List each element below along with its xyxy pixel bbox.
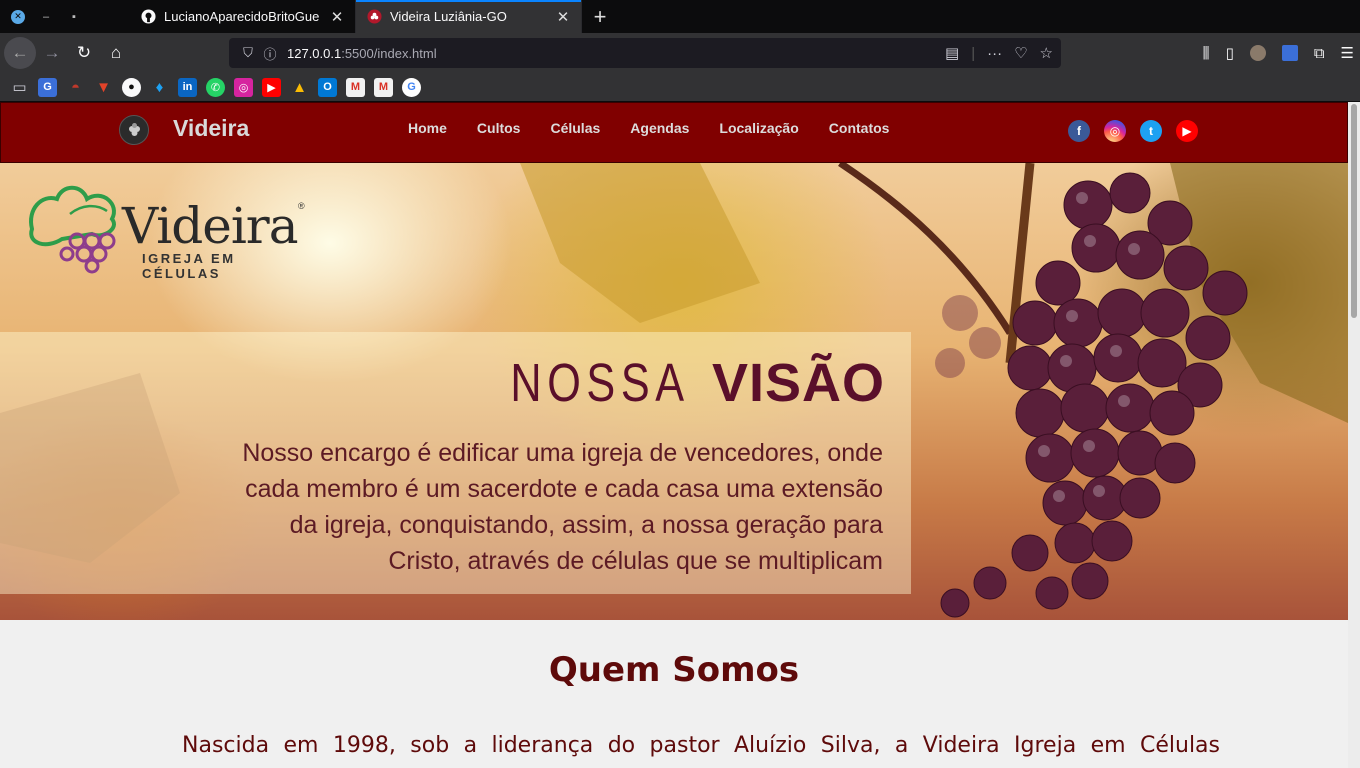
tracking-shield-icon[interactable]: ⛉ — [237, 45, 259, 61]
url-path: :5500/index.html — [341, 45, 437, 61]
forward-icon[interactable]: → — [36, 37, 68, 69]
window-controls: ✕ – ▪ — [0, 0, 130, 33]
page-viewport: Videira Home Cultos Células Agendas Loca… — [0, 102, 1348, 768]
gmail-icon[interactable]: M — [374, 77, 393, 97]
drive-icon[interactable]: ▲ — [290, 78, 309, 97]
speedometer-icon[interactable]: ◓ — [66, 78, 85, 97]
menu-contatos[interactable]: Contatos — [814, 120, 905, 136]
tab-bar: ✕ – ▪ LucianoAparecidoBritoGue ✕ Videira… — [0, 0, 1360, 33]
linkedin-icon[interactable]: in — [178, 77, 197, 97]
pocket-icon[interactable]: ♡ — [1014, 44, 1027, 62]
github-icon — [140, 9, 156, 25]
whatsapp-icon[interactable]: ✆ — [206, 77, 225, 97]
menu-home[interactable]: Home — [393, 120, 462, 136]
brand-name[interactable]: Videira — [173, 115, 249, 142]
library-icon[interactable]: ⫼ — [1203, 45, 1210, 62]
page-scrollbar[interactable] — [1348, 102, 1360, 768]
menu-cultos[interactable]: Cultos — [462, 120, 536, 136]
window-close-icon[interactable]: ✕ — [11, 9, 25, 24]
youtube-icon[interactable]: ▶ — [1176, 120, 1198, 142]
reader-view-icon[interactable]: ▤ — [945, 44, 959, 62]
translate-icon[interactable]: G — [38, 77, 57, 97]
twitter-icon[interactable]: ♦ — [150, 78, 169, 97]
url-bar[interactable]: ⛉ ⓘ 127.0.0.1:5500/index.html ▤ | ··· ♡ … — [229, 38, 1061, 68]
twitter-icon[interactable]: t — [1140, 120, 1162, 142]
about-title: Quem Somos — [548, 650, 800, 690]
about-text: Nascida em 1998, sob a liderança do past… — [182, 733, 1220, 758]
navigation-toolbar: ← → ↻ ⌂ ⛉ ⓘ 127.0.0.1:5500/index.html ▤ … — [0, 33, 1360, 73]
page-actions-icon[interactable]: ··· — [987, 45, 1002, 62]
window-minimize-icon[interactable]: – — [39, 10, 53, 24]
videira-icon — [366, 9, 382, 25]
logo-wordmark: Videira — [122, 197, 299, 255]
tab-videira[interactable]: Videira Luziânia-GO ✕ — [356, 0, 582, 33]
tab-close-icon[interactable]: ✕ — [555, 8, 571, 26]
folder-icon[interactable]: ▭ — [10, 78, 29, 97]
vision-title: NOSSA VISÃO — [488, 353, 885, 413]
vision-text-line: da igreja, conquistando, assim, a nossa … — [289, 511, 883, 539]
new-tab-button[interactable]: + — [582, 0, 618, 33]
videira-logo: Videira ® IGREJA EM CÉLULAS — [22, 179, 312, 281]
tab-github[interactable]: LucianoAparecidoBritoGue ✕ — [130, 0, 356, 33]
facebook-icon[interactable]: f — [1068, 120, 1090, 142]
translate-extension-icon[interactable] — [1281, 45, 1298, 61]
home-icon[interactable]: ⌂ — [100, 37, 132, 69]
tab-title: LucianoAparecidoBritoGue — [164, 9, 320, 24]
sidebar-icon[interactable]: ▯ — [1226, 44, 1234, 62]
vision-text: Nosso encargo é edificar uma igreja de v… — [163, 435, 883, 579]
scrollbar-thumb[interactable] — [1351, 104, 1357, 318]
vision-text-line: Cristo, através de células que se multip… — [388, 547, 883, 575]
back-icon[interactable]: ← — [4, 37, 36, 69]
github-icon[interactable]: ● — [122, 77, 141, 97]
menu-localizacao[interactable]: Localização — [704, 120, 813, 136]
hero-banner: Videira ® IGREJA EM CÉLULAS NOSSA VISÃO N… — [0, 163, 1348, 620]
window-maximize-icon[interactable]: ▪ — [67, 10, 81, 24]
site-info-icon[interactable]: ⓘ — [259, 44, 281, 63]
logo-subtitle: IGREJA EM CÉLULAS — [142, 251, 236, 281]
main-menu: Home Cultos Células Agendas Localização … — [393, 120, 904, 136]
reload-icon[interactable]: ↻ — [68, 37, 100, 69]
tab-close-icon[interactable]: ✕ — [329, 8, 345, 26]
url-host: 127.0.0.1 — [287, 45, 342, 61]
google-icon[interactable]: G — [402, 77, 421, 97]
logo-registered-mark: ® — [298, 201, 305, 211]
instagram-icon[interactable]: ◎ — [234, 77, 253, 97]
tab-title: Videira Luziânia-GO — [390, 9, 507, 24]
instagram-icon[interactable]: ◎ — [1104, 120, 1126, 142]
social-links: f ◎ t ▶ — [1068, 120, 1198, 142]
grape-leaf-logo-icon — [29, 185, 116, 274]
extensions-icon[interactable]: ⧉ — [1314, 45, 1325, 62]
vision-text-line: cada membro é um sacerdote e cada casa u… — [245, 475, 883, 503]
bookmarks-bar: ▭ G ◓ ▼ ● ♦ in ✆ ◎ ▶ ▲ O M M G — [0, 73, 1360, 102]
gitlab-icon[interactable]: ▼ — [94, 78, 113, 97]
vision-title-bold: VISÃO — [711, 353, 885, 413]
menu-celulas[interactable]: Células — [535, 120, 615, 136]
about-section: Quem Somos Nascida em 1998, sob a lidera… — [0, 620, 1348, 768]
bookmark-star-icon[interactable]: ☆ — [1040, 44, 1053, 62]
vision-text-line: Nosso encargo é edificar uma igreja de v… — [242, 439, 883, 467]
vision-title-thin: NOSSA — [510, 353, 690, 413]
gmail-icon[interactable]: M — [346, 77, 365, 97]
account-avatar-icon[interactable] — [1249, 45, 1266, 61]
site-header: Videira Home Cultos Células Agendas Loca… — [0, 102, 1348, 163]
outlook-icon[interactable]: O — [318, 77, 337, 97]
brand-logo[interactable] — [119, 115, 149, 145]
menu-icon[interactable]: ☰ — [1341, 44, 1354, 62]
menu-agendas[interactable]: Agendas — [615, 120, 704, 136]
youtube-icon[interactable]: ▶ — [262, 77, 281, 97]
